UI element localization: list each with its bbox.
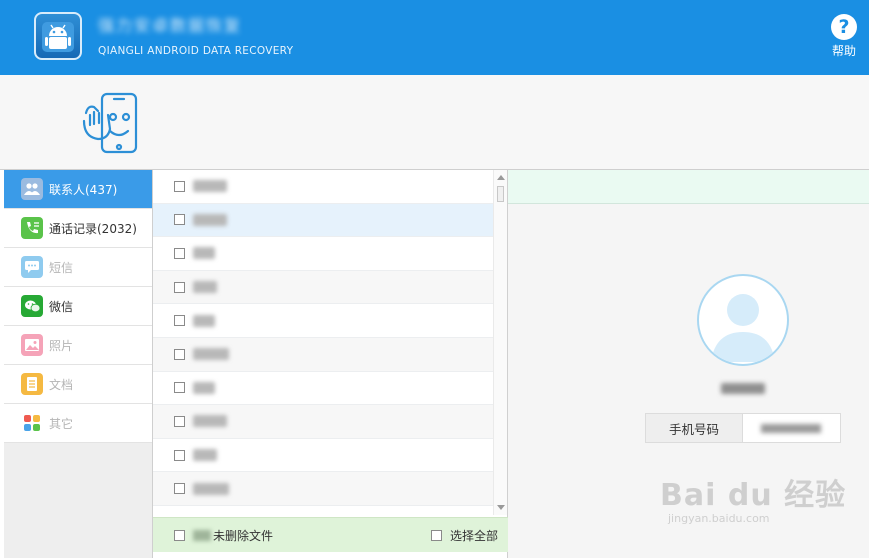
contact-name-redacted xyxy=(193,281,217,294)
sidebar-item-label: 照片 xyxy=(49,338,74,353)
row-checkbox[interactable] xyxy=(174,180,185,192)
contacts-icon xyxy=(21,178,43,200)
table-row[interactable] xyxy=(153,237,493,271)
photo-icon xyxy=(21,334,43,356)
sidebar-item-documents[interactable]: 文档 xyxy=(4,365,152,404)
help-label: 帮助 xyxy=(831,44,856,58)
contact-list xyxy=(153,170,493,515)
undeleted-files-label: 未删除文件 xyxy=(213,528,274,543)
baidu-watermark: Bai du 经验 jingyan.baidu.com xyxy=(660,470,846,525)
sidebar-item-wechat[interactable]: 微信 xyxy=(4,287,152,326)
table-row[interactable] xyxy=(153,270,493,305)
contact-list-panel: 未删除文件 选择全部 xyxy=(153,170,508,558)
user-avatar-icon xyxy=(711,294,775,362)
redacted-text xyxy=(193,529,211,541)
help-button[interactable]: ? 帮助 xyxy=(829,14,859,59)
contact-name-redacted xyxy=(193,247,215,260)
row-checkbox[interactable] xyxy=(174,214,185,226)
undeleted-files-checkbox[interactable] xyxy=(174,529,185,541)
app-subtitle: QIANGLI ANDROID DATA RECOVERY xyxy=(98,45,294,57)
sidebar-item-photos[interactable]: 照片 xyxy=(4,326,152,365)
app-title: 强力安卓数据恢复 xyxy=(98,16,243,35)
sidebar-item-label: 联系人(437) xyxy=(49,182,118,197)
sidebar-item-sms[interactable]: 短信 xyxy=(4,248,152,287)
contact-name-redacted xyxy=(193,348,229,361)
table-row[interactable] xyxy=(153,439,493,473)
sidebar-item-contacts[interactable]: 联系人(437) xyxy=(4,170,152,209)
contact-name-redacted xyxy=(193,381,215,394)
contact-name-redacted xyxy=(193,213,227,226)
table-row[interactable] xyxy=(153,304,493,338)
phone-number-redacted xyxy=(761,423,821,433)
avatar xyxy=(697,274,789,366)
table-row[interactable] xyxy=(153,472,493,506)
row-checkbox[interactable] xyxy=(174,247,185,259)
phone-mascot-icon xyxy=(82,92,138,154)
row-checkbox[interactable] xyxy=(174,315,185,327)
contact-name-redacted xyxy=(193,449,217,462)
sidebar-item-other[interactable]: 其它 xyxy=(4,404,152,443)
row-checkbox[interactable] xyxy=(174,449,185,461)
select-all-toggle[interactable]: 选择全部 xyxy=(430,518,498,553)
other-icon xyxy=(21,412,43,434)
document-icon xyxy=(21,373,43,395)
table-row[interactable] xyxy=(153,170,493,204)
android-logo-icon xyxy=(34,12,82,60)
detail-toolbar xyxy=(508,170,869,204)
contact-name-redacted xyxy=(193,180,227,193)
wechat-icon xyxy=(21,295,43,317)
contact-name-redacted xyxy=(193,482,229,495)
watermark-main: Bai du 经验 xyxy=(660,478,847,513)
list-footer: 未删除文件 选择全部 xyxy=(153,517,508,552)
list-scrollbar[interactable] xyxy=(493,170,507,515)
select-all-checkbox[interactable] xyxy=(430,530,442,541)
sidebar-item-label: 通话记录(2032) xyxy=(49,221,137,236)
scroll-up-icon[interactable] xyxy=(497,175,505,180)
scroll-down-icon[interactable] xyxy=(497,505,505,510)
call-log-icon xyxy=(21,217,43,239)
sidebar-item-call-log[interactable]: 通话记录(2032) xyxy=(4,209,152,248)
table-row[interactable] xyxy=(153,337,493,372)
phone-value xyxy=(743,414,840,442)
select-all-label: 选择全部 xyxy=(449,529,498,543)
row-checkbox[interactable] xyxy=(174,483,185,495)
contact-name-redacted xyxy=(721,383,765,394)
category-sidebar: 联系人(437) 通话记录(2032) 短信 微信 照片 文档 其它 xyxy=(4,170,153,558)
banner xyxy=(0,75,869,170)
app-header: 强力安卓数据恢复 QIANGLI ANDROID DATA RECOVERY ?… xyxy=(0,0,869,75)
row-checkbox[interactable] xyxy=(174,415,185,427)
sms-icon xyxy=(21,256,43,278)
row-checkbox[interactable] xyxy=(174,281,185,293)
contact-name-redacted xyxy=(193,415,227,428)
phone-label: 手机号码 xyxy=(646,414,743,442)
contact-name-redacted xyxy=(193,314,215,327)
help-icon: ? xyxy=(831,14,857,40)
table-row[interactable] xyxy=(153,203,493,238)
scroll-thumb[interactable] xyxy=(497,186,504,202)
sidebar-item-label: 微信 xyxy=(49,299,74,314)
table-row[interactable] xyxy=(153,405,493,439)
row-checkbox[interactable] xyxy=(174,348,185,360)
sidebar-item-label: 文档 xyxy=(49,377,74,392)
row-checkbox[interactable] xyxy=(174,382,185,394)
table-row[interactable] xyxy=(153,372,493,406)
phone-number-field: 手机号码 xyxy=(645,413,841,443)
sidebar-item-label: 其它 xyxy=(49,416,74,431)
sidebar-item-label: 短信 xyxy=(49,260,74,275)
